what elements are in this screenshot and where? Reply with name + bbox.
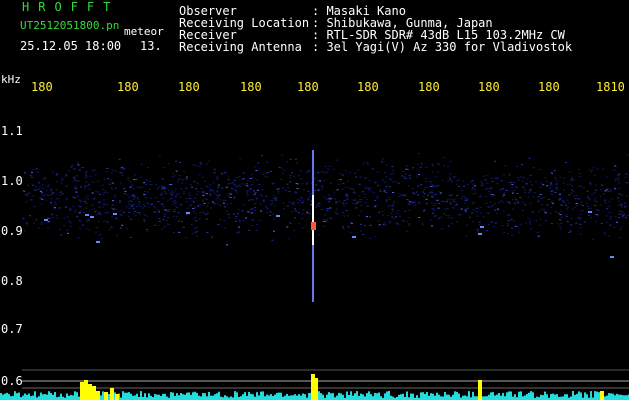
signal-spot: [113, 213, 117, 215]
signal-spot: [352, 236, 356, 238]
signal-spot: [96, 241, 100, 243]
signal-spot: [276, 215, 280, 217]
signal-spot: [44, 219, 48, 221]
signal-spot: [85, 214, 89, 216]
signal-spot: [90, 216, 94, 218]
noise-band: [22, 152, 629, 246]
signal-spot: [480, 226, 484, 228]
signal-spot: [478, 233, 482, 235]
signal-spot: [610, 256, 614, 258]
power-trace: [0, 374, 629, 400]
spectrogram: [0, 150, 629, 400]
signal-spot: [186, 212, 190, 214]
meteor-core: [311, 222, 316, 230]
signal-spot: [588, 211, 592, 213]
